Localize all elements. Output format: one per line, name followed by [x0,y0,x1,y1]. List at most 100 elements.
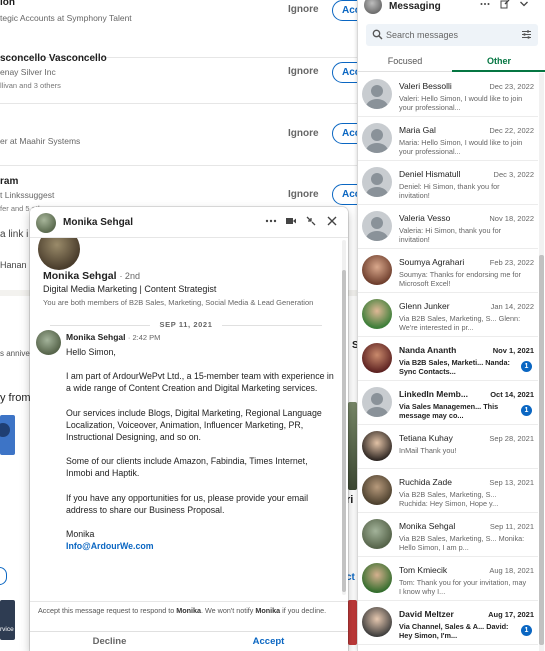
more-icon[interactable] [264,215,278,229]
conversation-item[interactable]: Tetiana Kuhay Sep 28, 2021 InMail Thank … [358,425,538,469]
invitation-headline: er at Maahir Systems [0,136,81,146]
ignore-button[interactable]: Ignore [288,4,319,15]
conversation-item[interactable]: Deniel Hismatull Dec 3, 2022 Deniel: Hi … [358,161,538,205]
profile-headline: Digital Media Marketing | Content Strate… [43,284,217,294]
conversation-name: Valeri Bessolli [399,81,452,91]
background-image [0,600,15,640]
compose-icon[interactable] [499,0,511,12]
note-name: Monika [255,606,281,615]
conversation-item[interactable]: David Meltzer Aug 17, 2021 Via Channel, … [358,601,538,645]
search-icon [372,29,383,40]
message-sender: Monika Sehgal · 2:42 PM [66,332,160,342]
mutual-connections: llivan and 3 others [0,81,61,90]
ignore-button[interactable]: Ignore [288,66,319,77]
video-icon[interactable] [284,215,298,229]
invitation-name[interactable]: lon [0,0,15,8]
conversation-name: Nanda Ananth [399,345,457,355]
accept-button[interactable]: Accept [189,632,348,651]
avatar[interactable] [362,167,392,197]
conversation-date: Oct 14, 2021 [490,390,534,399]
conversation-date: Aug 17, 2021 [488,610,534,619]
avatar[interactable] [362,123,392,153]
note-text: Accept this message request to respond t… [38,606,177,615]
conversation-name: Valeria Vesso [399,213,451,223]
avatar[interactable] [362,519,392,549]
chat-header[interactable]: Monika Sehgal [30,207,348,238]
avatar[interactable] [364,0,382,14]
conversation-name: Soumya Agrahari [399,257,465,267]
avatar[interactable] [362,431,392,461]
message-request-note: Accept this message request to respond t… [38,606,338,616]
email-link[interactable]: Info@ArdourWe.com [66,540,336,552]
conversation-name: Glenn Junker [399,301,450,311]
conversation-item[interactable]: Soumya Agrahari Feb 23, 2022 Soumya: Tha… [358,249,538,293]
sender-name[interactable]: Monika Sehgal [66,332,126,342]
conversation-item[interactable]: Monika Sehgal Sep 11, 2021 Via B2B Sales… [358,513,538,557]
avatar[interactable] [362,299,392,329]
avatar[interactable] [362,475,392,505]
profile-name-text[interactable]: Monika Sehgal [43,270,117,282]
avatar[interactable] [36,330,61,355]
close-icon[interactable] [325,215,339,229]
conversation-preview: Deniel: Hi Simon, thank you for invitati… [399,182,500,201]
messaging-tabs: Focused Other [358,52,545,72]
avatar[interactable] [362,607,392,637]
decline-button[interactable]: Decline [30,632,189,651]
conversation-item[interactable]: Valeri Bessolli Dec 23, 2022 Valeri: Hel… [358,73,538,117]
chat-title[interactable]: Monika Sehgal [63,217,133,228]
invitation-name[interactable]: ram [0,176,18,187]
accept-invitation-button[interactable]: Acc [332,123,357,144]
ignore-button[interactable]: Ignore [288,189,319,200]
minimize-icon[interactable] [304,215,318,229]
message-body: Hello Simon, I am part of ArdourWePvt Lt… [66,346,336,552]
filter-icon[interactable] [521,29,532,40]
accept-invitation-button[interactable]: Acc [332,0,357,21]
conversation-name: David Meltzer [399,609,454,619]
avatar[interactable] [362,211,392,241]
avatar[interactable] [362,255,392,285]
avatar[interactable] [38,238,80,270]
accept-invitation-button[interactable]: Acc [332,184,357,205]
conversation-date: Sep 28, 2021 [489,434,534,443]
active-tab-indicator [452,70,545,72]
chevron-down-icon[interactable] [518,0,530,12]
conversation-date: Dec 3, 2022 [493,170,534,179]
invitation-name[interactable]: sconcello Vasconcello [0,53,107,64]
conversation-item[interactable]: Glenn Junker Jan 14, 2022 Via B2B Sales,… [358,293,538,337]
chat-scrollbar-thumb[interactable] [342,270,346,592]
unread-badge: 1 [521,625,532,636]
conversation-date: Dec 23, 2022 [489,82,534,91]
search-bar[interactable] [366,24,538,46]
conversation-date: Nov 1, 2021 [492,346,534,355]
avatar[interactable] [362,563,392,593]
messaging-title[interactable]: Messaging [389,1,441,12]
conversation-date: Feb 23, 2022 [489,258,534,267]
date-separator: SEP 11, 2021 [30,320,342,329]
avatar[interactable] [362,387,392,417]
tab-focused[interactable]: Focused [358,56,452,66]
conversation-item[interactable]: Nanda Ananth Nov 1, 2021 Via B2B Sales, … [358,337,538,381]
more-icon[interactable] [479,0,491,12]
avatar[interactable] [362,79,392,109]
conversation-item[interactable]: Maria Gal Dec 22, 2022 Maria: Hello Simo… [358,117,538,161]
messaging-scrollbar-thumb[interactable] [539,255,544,645]
avatar[interactable] [362,343,392,373]
ignore-button[interactable]: Ignore [288,128,319,139]
invitation-headline: enay Silver Inc [0,67,56,77]
conversation-item[interactable]: LinkedIn Memb... Oct 14, 2021 Via Sales … [358,381,538,425]
background-text: rvice [0,626,14,633]
messaging-header[interactable]: Messaging [358,0,545,20]
profile-name[interactable]: Monika Sehgal · 2nd [43,270,140,282]
accept-invitation-button[interactable]: Acc [332,62,357,83]
search-input[interactable] [386,28,514,42]
conversation-item[interactable]: Valeria Vesso Nov 18, 2022 Valeria: Hi S… [358,205,538,249]
tab-other[interactable]: Other [452,56,545,66]
conversation-preview: Maria: Hello Simon, I would like to join… [399,138,523,157]
conversation-preview: Tom: Thank you for your invitation, may … [399,578,527,597]
conversation-item[interactable]: Ruchida Zade Sep 13, 2021 Via B2B Sales,… [358,469,538,513]
conversation-preview: InMail Thank you! [399,446,457,455]
conversation-item[interactable]: Tom Kmiecik Aug 18, 2021 Tom: Thank you … [358,557,538,601]
background-image [348,402,357,490]
avatar[interactable] [36,213,56,233]
unread-badge: 1 [521,361,532,372]
